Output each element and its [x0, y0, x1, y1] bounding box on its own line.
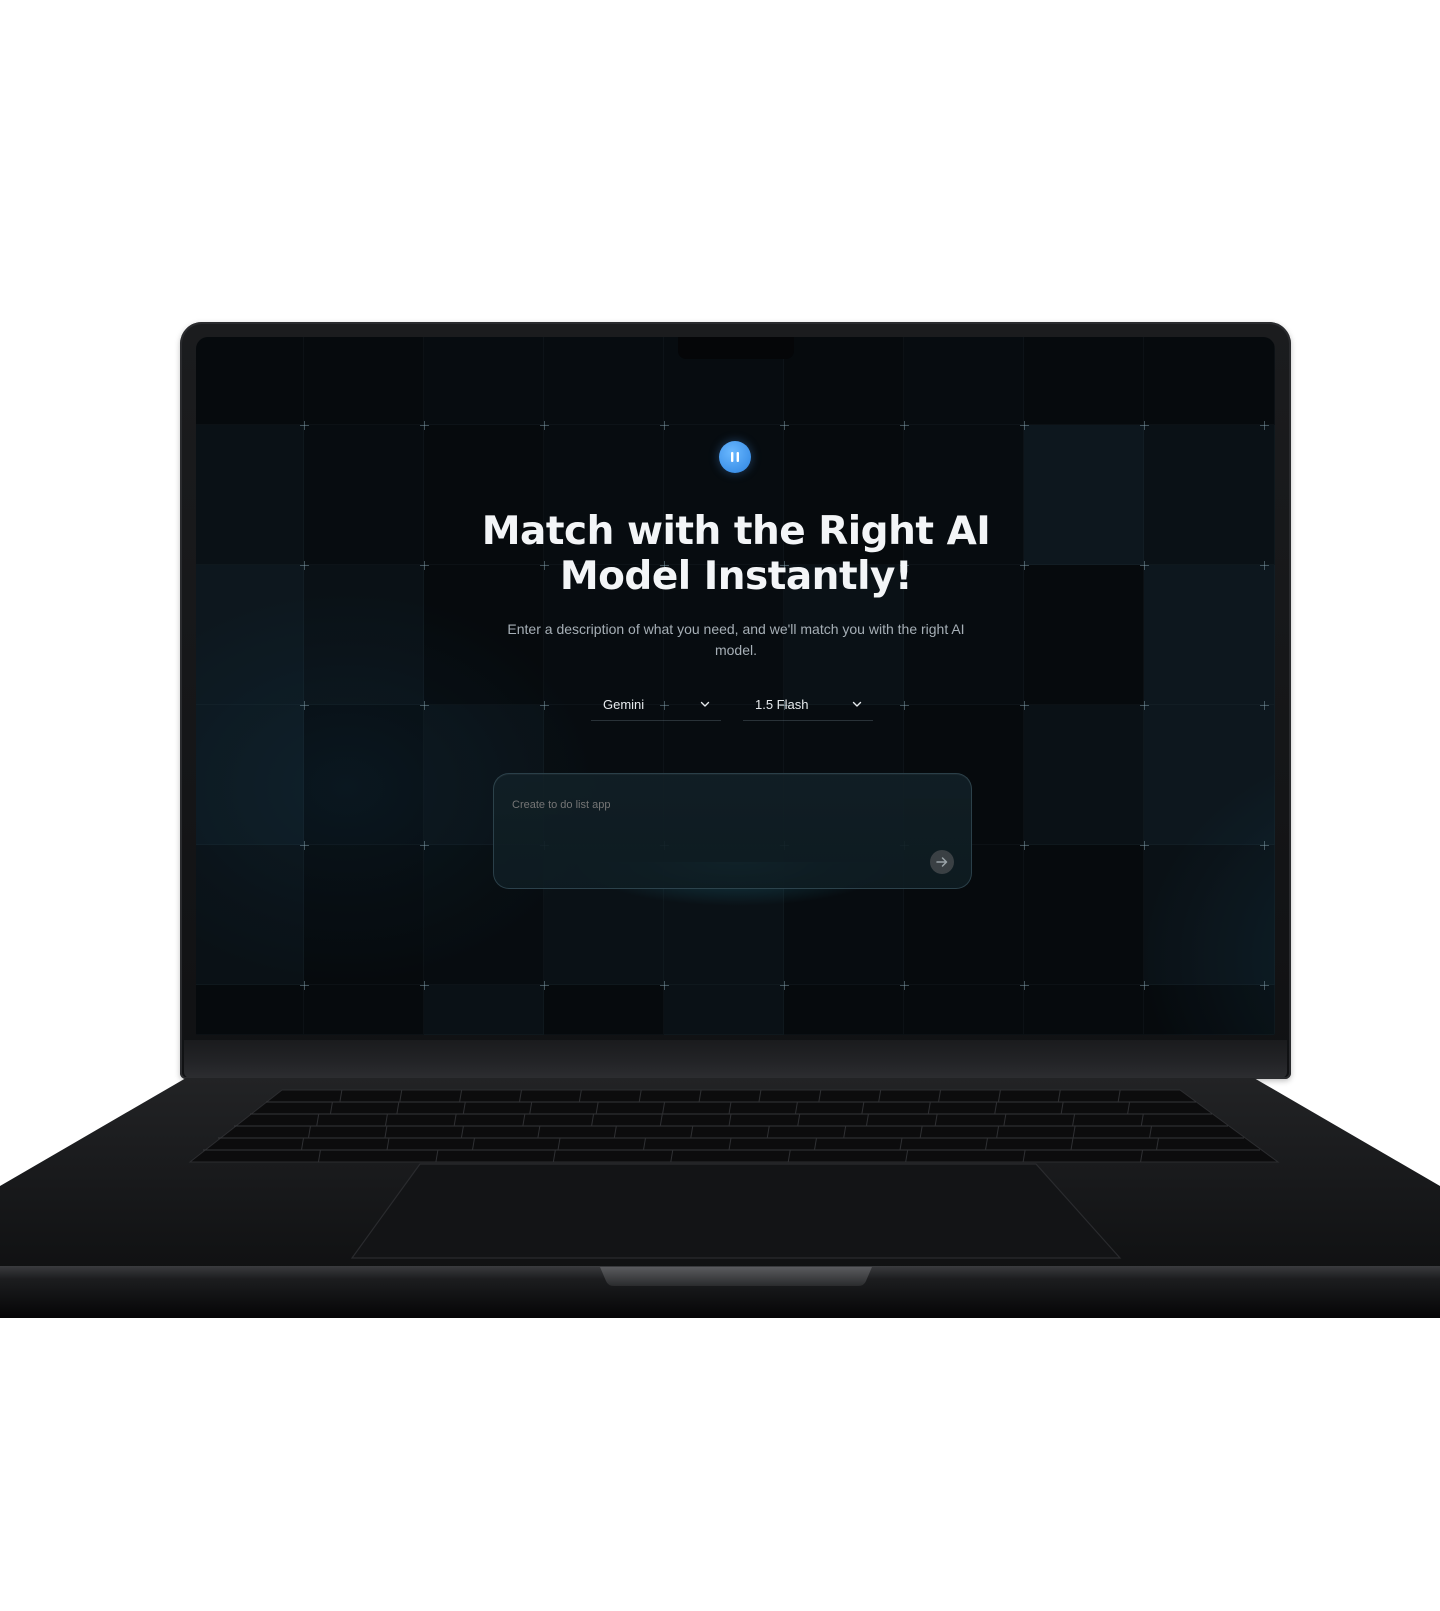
grid-marker: [420, 561, 429, 570]
laptop-mockup: Match with the Right AI Model Instantly!…: [0, 0, 1440, 1611]
grid-marker: [1260, 701, 1269, 710]
grid-marker: [1140, 421, 1149, 430]
page-title: Match with the Right AI Model Instantly!: [481, 509, 991, 599]
grid-marker: [660, 981, 669, 990]
grid-marker: [1020, 701, 1029, 710]
grid-marker: [1140, 841, 1149, 850]
grid-marker: [300, 841, 309, 850]
grid-marker: [1260, 421, 1269, 430]
grid-marker: [300, 421, 309, 430]
grid-marker: [780, 981, 789, 990]
grid-marker: [300, 981, 309, 990]
model-select-value: 1.5 Flash: [755, 697, 809, 712]
grid-marker: [1260, 981, 1269, 990]
grid-marker: [300, 701, 309, 710]
grid-marker: [1260, 561, 1269, 570]
chevron-down-icon: [699, 698, 711, 713]
grid-marker: [1260, 841, 1269, 850]
grid-marker: [1140, 701, 1149, 710]
grid-marker: [540, 981, 549, 990]
grid-marker: [1140, 981, 1149, 990]
grid-marker: [1020, 421, 1029, 430]
provider-select-value: Gemini: [603, 697, 645, 712]
page-subtitle: Enter a description of what you need, an…: [507, 621, 965, 658]
laptop-base: [0, 1078, 1440, 1322]
grid-marker: [1140, 561, 1149, 570]
prompt-box: [493, 773, 972, 889]
grid-marker: [900, 701, 909, 710]
grid-marker: [420, 841, 429, 850]
grid-marker: [540, 701, 549, 710]
model-select[interactable]: 1.5 Flash: [743, 689, 873, 721]
grid-marker: [660, 421, 669, 430]
send-button[interactable]: [930, 850, 954, 874]
prompt-input[interactable]: [510, 794, 914, 816]
grid-marker: [900, 981, 909, 990]
grid-marker: [1020, 841, 1029, 850]
laptop-screen: Match with the Right AI Model Instantly!…: [196, 337, 1275, 1035]
grid-marker: [300, 561, 309, 570]
grid-marker: [900, 421, 909, 430]
chevron-down-icon: [851, 698, 863, 713]
grid-marker: [420, 421, 429, 430]
camera-notch: [678, 337, 794, 359]
grid-marker: [1020, 981, 1029, 990]
laptop-lid-hinge: [184, 1040, 1287, 1078]
grid-marker: [1020, 561, 1029, 570]
grid-marker: [420, 701, 429, 710]
pause-icon: [719, 441, 751, 473]
provider-select[interactable]: Gemini: [591, 689, 721, 721]
grid-marker: [420, 981, 429, 990]
grid-marker: [780, 421, 789, 430]
grid-marker: [540, 421, 549, 430]
